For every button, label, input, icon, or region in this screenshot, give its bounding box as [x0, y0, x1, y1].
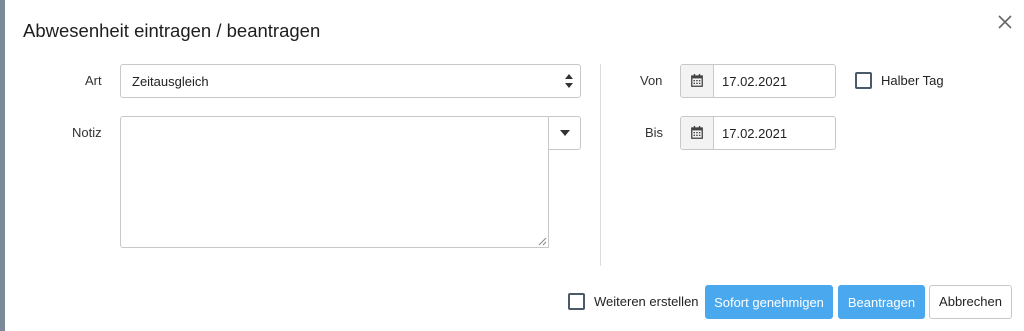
weiteren-erstellen-label[interactable]: Weiteren erstellen [594, 294, 699, 309]
von-calendar-button[interactable] [681, 65, 714, 97]
bis-date-field[interactable]: 17.02.2021 [680, 116, 836, 150]
von-date-value[interactable]: 17.02.2021 [722, 74, 787, 89]
weiteren-erstellen-checkbox[interactable] [568, 293, 585, 310]
art-select-value: Zeitausgleich [132, 74, 209, 89]
dialog-title: Abwesenheit eintragen / beantragen [23, 20, 321, 41]
notiz-textarea[interactable] [120, 116, 549, 248]
notiz-dropdown-button[interactable] [548, 116, 581, 150]
halber-tag-checkbox[interactable] [855, 72, 872, 89]
calendar-icon [691, 74, 703, 87]
calendar-icon [691, 126, 703, 139]
beantragen-button[interactable]: Beantragen [838, 285, 925, 319]
art-label: Art [85, 73, 102, 88]
notiz-label: Notiz [72, 125, 102, 140]
halber-tag-label[interactable]: Halber Tag [881, 73, 944, 88]
sofort-genehmigen-button[interactable]: Sofort genehmigen [705, 285, 833, 319]
bis-label: Bis [645, 125, 664, 140]
von-date-field[interactable]: 17.02.2021 [680, 64, 836, 98]
caret-down-icon [560, 130, 570, 136]
absence-dialog: Abwesenheit eintragen / beantragen Art Z… [5, 0, 1024, 331]
bis-calendar-button[interactable] [681, 117, 714, 149]
von-label: Von [640, 73, 663, 88]
sort-arrows-icon [565, 74, 573, 88]
vertical-divider [600, 64, 601, 266]
abbrechen-button[interactable]: Abbrechen [929, 285, 1012, 319]
art-select[interactable]: Zeitausgleich [120, 64, 581, 98]
close-icon[interactable] [995, 12, 1015, 32]
bis-date-value[interactable]: 17.02.2021 [722, 126, 787, 141]
resize-grip-icon[interactable] [538, 237, 547, 246]
